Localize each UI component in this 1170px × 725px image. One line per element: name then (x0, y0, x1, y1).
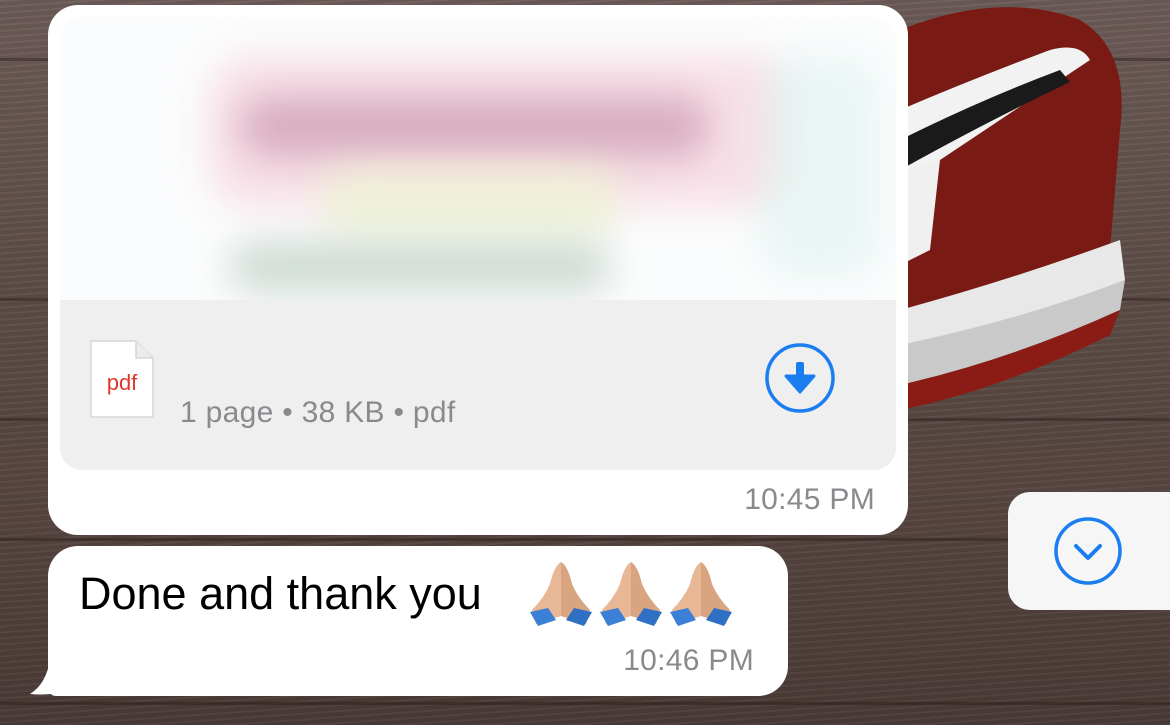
file-meta-text: 1 page • 38 KB • pdf (180, 396, 456, 429)
download-icon[interactable] (764, 342, 836, 414)
preview-blur (230, 242, 610, 292)
message-text: Done and thank you (79, 568, 482, 619)
sneaker-background-image (900, 7, 1125, 410)
message-timestamp: 10:46 PM (623, 644, 754, 677)
document-message-bubble[interactable]: pdf 1 page • 38 KB • pdf 10:45 PM (48, 5, 908, 535)
text-message-bubble[interactable]: Done and thank you 10:46 PM (48, 546, 788, 696)
scroll-to-bottom-button[interactable] (1008, 492, 1170, 610)
folded-hands-icon (670, 562, 732, 626)
message-timestamp: 10:45 PM (744, 483, 875, 516)
preview-blur (320, 167, 620, 237)
wood-plank-seam (0, 538, 1170, 541)
folded-hands-icon (600, 562, 662, 626)
wood-plank-seam (0, 702, 1170, 705)
chevron-down-icon (1054, 517, 1122, 585)
pdf-type-label: pdf (106, 370, 138, 395)
document-preview[interactable] (60, 17, 896, 300)
folded-hands-icon (530, 562, 592, 626)
preview-blur (760, 57, 880, 277)
file-info-panel[interactable]: pdf 1 page • 38 KB • pdf (60, 300, 896, 470)
folded-hands-emoji-group (530, 562, 732, 626)
